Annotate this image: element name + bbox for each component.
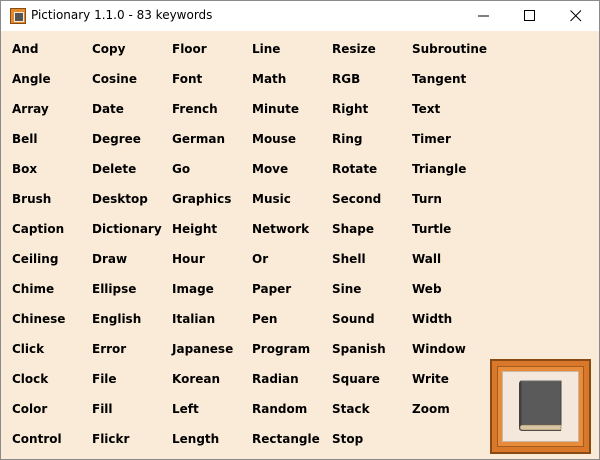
keyword-link[interactable]: Draw xyxy=(92,252,127,266)
keyword-link[interactable]: Chinese xyxy=(12,312,65,326)
keyword-link[interactable]: Text xyxy=(412,102,440,116)
keyword-link[interactable]: Chime xyxy=(12,282,54,296)
keyword-link[interactable]: Control xyxy=(12,432,62,446)
keyword-link[interactable]: Color xyxy=(12,402,47,416)
keyword-link[interactable]: Angle xyxy=(12,72,51,86)
keyword-link[interactable]: Resize xyxy=(332,42,376,56)
keyword-link[interactable]: Or xyxy=(252,252,268,266)
keyword-link[interactable]: Math xyxy=(252,72,286,86)
maximize-icon xyxy=(524,10,535,21)
keyword-link[interactable]: Zoom xyxy=(412,402,450,416)
keyword-link[interactable]: Square xyxy=(332,372,380,386)
keyword-link[interactable]: Go xyxy=(172,162,190,176)
keyword-link[interactable]: Height xyxy=(172,222,217,236)
keyword-link[interactable]: Brush xyxy=(12,192,51,206)
keyword-link[interactable]: Japanese xyxy=(172,342,233,356)
keyword-link[interactable]: Music xyxy=(252,192,291,206)
keyword-link[interactable]: Korean xyxy=(172,372,220,386)
keyword-link[interactable]: Sound xyxy=(332,312,375,326)
keyword-link[interactable]: Bell xyxy=(12,132,38,146)
keyword-link[interactable]: Delete xyxy=(92,162,136,176)
maximize-button[interactable] xyxy=(507,1,553,31)
keyword-link[interactable]: Ellipse xyxy=(92,282,136,296)
keyword-link[interactable]: Error xyxy=(92,342,126,356)
keyword-link[interactable]: Length xyxy=(172,432,219,446)
keyword-link[interactable]: German xyxy=(172,132,225,146)
keyword-link[interactable]: Shape xyxy=(332,222,374,236)
keyword-link[interactable]: Dictionary xyxy=(92,222,162,236)
keyword-link[interactable]: French xyxy=(172,102,218,116)
keyword-link[interactable]: Turtle xyxy=(412,222,451,236)
keyword-link[interactable]: Move xyxy=(252,162,288,176)
keyword-link[interactable]: Rectangle xyxy=(252,432,320,446)
keyword-link[interactable]: Ring xyxy=(332,132,363,146)
picture-frame xyxy=(490,359,591,454)
keyword-link[interactable]: Paper xyxy=(252,282,291,296)
keyword-link[interactable]: Array xyxy=(12,102,49,116)
keyword-link[interactable]: Click xyxy=(12,342,44,356)
keyword-link[interactable]: Left xyxy=(172,402,199,416)
keyword-link[interactable]: Caption xyxy=(12,222,64,236)
keyword-link[interactable]: Minute xyxy=(252,102,299,116)
keyword-link[interactable]: Turn xyxy=(412,192,442,206)
keyword-link[interactable]: Right xyxy=(332,102,368,116)
keyword-link[interactable]: Shell xyxy=(332,252,366,266)
keyword-link[interactable]: Stop xyxy=(332,432,363,446)
keyword-link[interactable]: Clock xyxy=(12,372,48,386)
keyword-link[interactable]: Wall xyxy=(412,252,441,266)
title-bar[interactable]: Pictionary 1.1.0 - 83 keywords xyxy=(1,1,599,31)
keyword-link[interactable]: File xyxy=(92,372,117,386)
minimize-icon xyxy=(478,15,489,17)
keyword-link[interactable]: Stack xyxy=(332,402,370,416)
keyword-link[interactable]: Cosine xyxy=(92,72,137,86)
keyword-link[interactable]: English xyxy=(92,312,141,326)
keyword-link[interactable]: Network xyxy=(252,222,309,236)
keyword-link[interactable]: Font xyxy=(172,72,202,86)
keyword-link[interactable]: Pen xyxy=(252,312,277,326)
keyword-link[interactable]: Write xyxy=(412,372,449,386)
keyword-link[interactable]: Box xyxy=(12,162,37,176)
keyword-link[interactable]: Degree xyxy=(92,132,141,146)
keyword-link[interactable]: Radian xyxy=(252,372,299,386)
keyword-link[interactable]: Desktop xyxy=(92,192,148,206)
minimize-button[interactable] xyxy=(461,1,507,31)
keyword-link[interactable]: Date xyxy=(92,102,124,116)
book-icon xyxy=(519,380,562,431)
keyword-link[interactable]: Graphics xyxy=(172,192,231,206)
keyword-link[interactable]: Mouse xyxy=(252,132,296,146)
keyword-link[interactable]: Floor xyxy=(172,42,207,56)
keyword-link[interactable]: Window xyxy=(412,342,466,356)
keyword-link[interactable]: Image xyxy=(172,282,214,296)
keyword-link[interactable]: Width xyxy=(412,312,452,326)
keyword-link[interactable]: Flickr xyxy=(92,432,129,446)
keyword-link[interactable]: Rotate xyxy=(332,162,377,176)
app-window: Pictionary 1.1.0 - 83 keywords And Angle… xyxy=(0,0,600,460)
keyword-link[interactable]: Program xyxy=(252,342,310,356)
keyword-link[interactable]: Hour xyxy=(172,252,205,266)
keyword-link[interactable]: Tangent xyxy=(412,72,466,86)
keyword-link[interactable]: Web xyxy=(412,282,442,296)
keyword-link[interactable]: And xyxy=(12,42,38,56)
close-icon xyxy=(570,10,582,22)
keyword-grid: And Angle Array Bell Box Brush Caption Ceiling C… xyxy=(1,31,599,459)
keyword-link[interactable]: Second xyxy=(332,192,381,206)
keyword-link[interactable]: Ceiling xyxy=(12,252,58,266)
keyword-link[interactable]: Random xyxy=(252,402,307,416)
app-icon[interactable] xyxy=(10,8,26,24)
keyword-link[interactable]: Copy xyxy=(92,42,125,56)
keyword-link[interactable]: Spanish xyxy=(332,342,386,356)
keyword-link[interactable]: Fill xyxy=(92,402,113,416)
close-button[interactable] xyxy=(553,1,599,31)
keyword-link[interactable]: Triangle xyxy=(412,162,466,176)
keyword-link[interactable]: Italian xyxy=(172,312,215,326)
keyword-link[interactable]: RGB xyxy=(332,72,360,86)
keyword-link[interactable]: Subroutine xyxy=(412,42,487,56)
window-title: Pictionary 1.1.0 - 83 keywords xyxy=(31,8,213,22)
keyword-link[interactable]: Timer xyxy=(412,132,451,146)
keyword-link[interactable]: Line xyxy=(252,42,280,56)
keyword-link[interactable]: Sine xyxy=(332,282,361,296)
